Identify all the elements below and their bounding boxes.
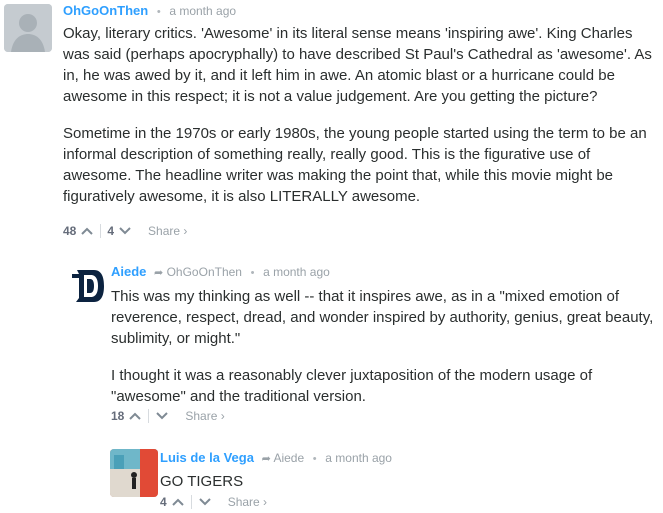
share-link[interactable]: Share › [228,495,267,509]
author-name[interactable]: Luis de la Vega [160,450,254,465]
downvote-count: 4 [107,224,115,238]
chevron-up-icon[interactable] [80,224,94,238]
vote-divider [148,409,150,423]
chevron-down-icon[interactable] [155,409,169,423]
author-name[interactable]: Aiede [111,264,146,279]
separator-dot: • [156,6,161,18]
comment-footer: 4 Share › [160,495,267,509]
comment-footer: 48 4 Share › [63,224,187,238]
upvote-count: 4 [160,495,167,509]
share-link[interactable]: Share › [185,409,224,423]
comment-header: OhGoOnThen • a month ago [63,3,236,18]
reply-to[interactable]: ➦ OhGoOnThen [154,265,242,279]
reply-arrow-icon: ➦ [261,453,271,465]
avatar[interactable] [62,262,110,310]
share-link[interactable]: Share › [148,224,187,238]
default-avatar-icon [4,4,52,52]
chevron-down-icon[interactable] [198,495,212,509]
comment-header: Aiede ➦ OhGoOnThen • a month ago [111,264,330,279]
reply-arrow-icon: ➦ [154,267,164,279]
comment-header: Luis de la Vega ➦ Aiede • a month ago [160,450,392,465]
vote-divider [190,495,192,509]
comment-paragraph: GO TIGERS [160,473,244,490]
avatar[interactable] [110,449,158,497]
comment-paragraph: Sometime in the 1970s or early 1980s, th… [63,125,647,205]
author-name[interactable]: OhGoOnThen [63,3,148,18]
avatar[interactable] [4,4,52,52]
chevron-down-icon[interactable] [118,224,132,238]
reply-to-author: Aiede [273,451,305,465]
vote-divider [100,224,102,238]
tigers-logo-icon [62,262,110,310]
comment-paragraph: This was my thinking as well -- that it … [111,288,654,347]
comment-paragraph: I thought it was a reasonably clever jux… [111,367,593,405]
timestamp[interactable]: a month ago [169,4,236,18]
separator-dot: • [312,453,317,465]
timestamp[interactable]: a month ago [325,451,392,465]
reply-to-author: OhGoOnThen [166,265,242,279]
comment-body: Okay, literary critics. 'Awesome' in its… [63,23,659,207]
chevron-up-icon[interactable] [128,409,142,423]
comment-body: This was my thinking as well -- that it … [111,286,659,407]
comment-body: GO TIGERS [160,471,659,492]
timestamp[interactable]: a month ago [263,265,330,279]
separator-dot: • [250,267,255,279]
upvote-count: 18 [111,409,125,423]
chevron-up-icon[interactable] [171,495,185,509]
reply-to[interactable]: ➦ Aiede [262,451,305,465]
comment-footer: 18 Share › [111,409,225,423]
comment-paragraph: Okay, literary critics. 'Awesome' in its… [63,25,652,105]
upvote-count: 48 [63,224,77,238]
user-photo-icon [110,449,158,497]
